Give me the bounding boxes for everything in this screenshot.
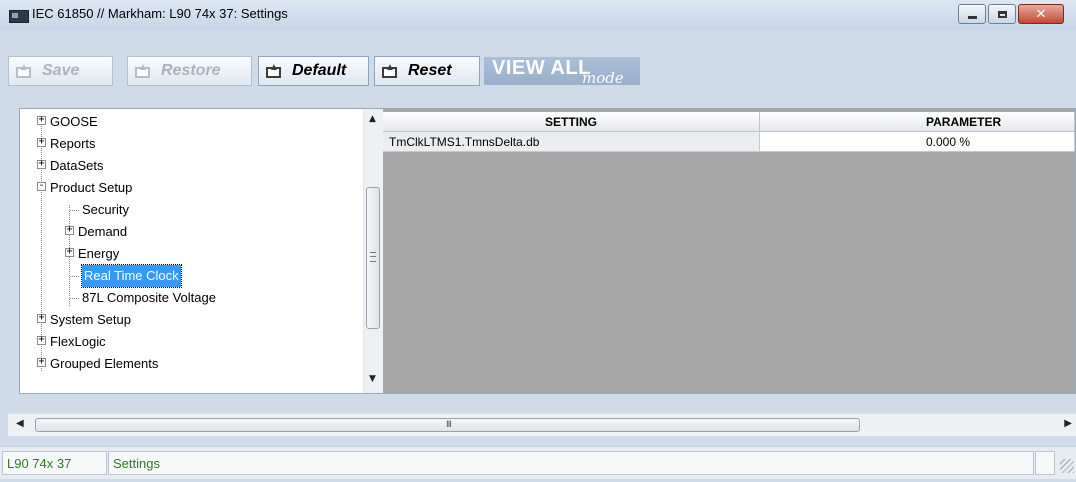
maximize-button[interactable] bbox=[988, 4, 1016, 24]
resize-grip-icon[interactable] bbox=[1060, 459, 1074, 473]
content-pane: + GOOSE + Reports + DataSets - Product S… bbox=[19, 108, 1076, 394]
settings-grid: SETTING PARAMETER TmClkLTMS1.TmnsDelta.d… bbox=[383, 109, 1075, 393]
tree-connector bbox=[41, 117, 42, 371]
collapse-icon[interactable]: - bbox=[37, 181, 46, 191]
tree-item-label: Product Setup bbox=[50, 180, 133, 195]
tree-item-label: Energy bbox=[78, 246, 120, 261]
toolbar: ▲ Save ▲ Restore ▲ Default ▲ Reset VIEW … bbox=[8, 31, 1076, 91]
parameter-cell[interactable]: 0.000 % bbox=[760, 132, 1075, 152]
tree-item-label: Demand bbox=[78, 224, 128, 239]
scroll-up-icon[interactable]: ▲ bbox=[369, 114, 376, 124]
restore-label: Restore bbox=[161, 62, 221, 79]
status-section: Settings bbox=[108, 451, 1034, 475]
minimize-icon bbox=[967, 15, 977, 19]
window-title: IEC 61850 // Markham: L90 74x 37: Settin… bbox=[32, 6, 288, 21]
expand-icon[interactable]: + bbox=[37, 357, 46, 367]
maximize-icon bbox=[997, 10, 1007, 18]
scroll-down-icon[interactable]: ▼ bbox=[369, 374, 376, 384]
settings-window: IEC 61850 // Markham: L90 74x 37: Settin… bbox=[0, 0, 1076, 482]
expand-icon[interactable]: + bbox=[37, 159, 46, 169]
grip-icon bbox=[370, 252, 376, 262]
column-header-setting[interactable]: SETTING bbox=[383, 112, 760, 132]
view-all-label: VIEW ALL bbox=[492, 57, 591, 79]
tree-item-label: Reports bbox=[50, 136, 96, 151]
tree-item-label: FlexLogic bbox=[50, 334, 106, 349]
save-icon: ▲ bbox=[15, 62, 33, 80]
expand-icon[interactable]: + bbox=[37, 137, 46, 147]
grip-icon: III bbox=[446, 420, 452, 430]
setting-cell: TmClkLTMS1.TmnsDelta.db bbox=[383, 132, 760, 152]
default-label: Default bbox=[292, 62, 347, 79]
tree-item-label: 87L Composite Voltage bbox=[82, 290, 216, 305]
window-controls: ✕ bbox=[956, 4, 1064, 24]
scrollbar-thumb[interactable] bbox=[366, 187, 380, 329]
tree-item-label: Real Time Clock bbox=[81, 264, 182, 288]
reset-label: Reset bbox=[408, 62, 452, 79]
restore-button[interactable]: ▲ Restore bbox=[127, 56, 252, 86]
status-bar: L90 74x 37 Settings bbox=[0, 446, 1076, 479]
reset-button[interactable]: ▲ Reset bbox=[374, 56, 480, 86]
tree-item-label: System Setup bbox=[50, 312, 131, 327]
grid-header: SETTING PARAMETER bbox=[383, 112, 1075, 132]
scroll-right-icon[interactable]: ▶ bbox=[1064, 418, 1072, 429]
app-icon bbox=[9, 10, 29, 23]
save-button[interactable]: ▲ Save bbox=[8, 56, 113, 86]
minimize-button[interactable] bbox=[958, 4, 986, 24]
scroll-left-icon[interactable]: ◀ bbox=[16, 418, 24, 429]
expand-icon[interactable]: + bbox=[37, 115, 46, 125]
tree-vertical-scrollbar[interactable]: ▲ ▼ bbox=[363, 109, 383, 393]
expand-icon[interactable]: + bbox=[37, 313, 46, 323]
settings-tree: + GOOSE + Reports + DataSets - Product S… bbox=[20, 109, 384, 393]
expand-icon[interactable]: + bbox=[65, 225, 74, 235]
default-icon: ▲ bbox=[265, 62, 283, 80]
tree-item-label: DataSets bbox=[50, 158, 104, 173]
title-bar[interactable]: IEC 61850 // Markham: L90 74x 37: Settin… bbox=[0, 0, 1076, 30]
close-icon: ✕ bbox=[1035, 6, 1047, 22]
status-empty-panel bbox=[1035, 451, 1055, 475]
close-button[interactable]: ✕ bbox=[1018, 4, 1064, 24]
view-all-mode-banner: VIEW ALL mode bbox=[484, 57, 640, 87]
expand-icon[interactable]: + bbox=[37, 335, 46, 345]
tree-item-label: Grouped Elements bbox=[50, 356, 159, 371]
horizontal-scrollbar[interactable]: ◀ III ▶ bbox=[8, 413, 1076, 436]
save-label: Save bbox=[42, 62, 80, 79]
reset-icon: ▲ bbox=[381, 62, 399, 80]
tree-item-label: GOOSE bbox=[50, 114, 98, 129]
status-device: L90 74x 37 bbox=[2, 451, 107, 475]
mode-label: mode bbox=[582, 69, 624, 87]
table-row[interactable]: TmClkLTMS1.TmnsDelta.db 0.000 % bbox=[383, 132, 1075, 152]
scrollbar-thumb[interactable]: III bbox=[35, 418, 860, 432]
column-header-parameter[interactable]: PARAMETER bbox=[760, 112, 1075, 132]
tree-item-label: Security bbox=[82, 202, 129, 217]
expand-icon[interactable]: + bbox=[65, 247, 74, 257]
default-button[interactable]: ▲ Default bbox=[258, 56, 369, 86]
restore-icon: ▲ bbox=[134, 62, 152, 80]
